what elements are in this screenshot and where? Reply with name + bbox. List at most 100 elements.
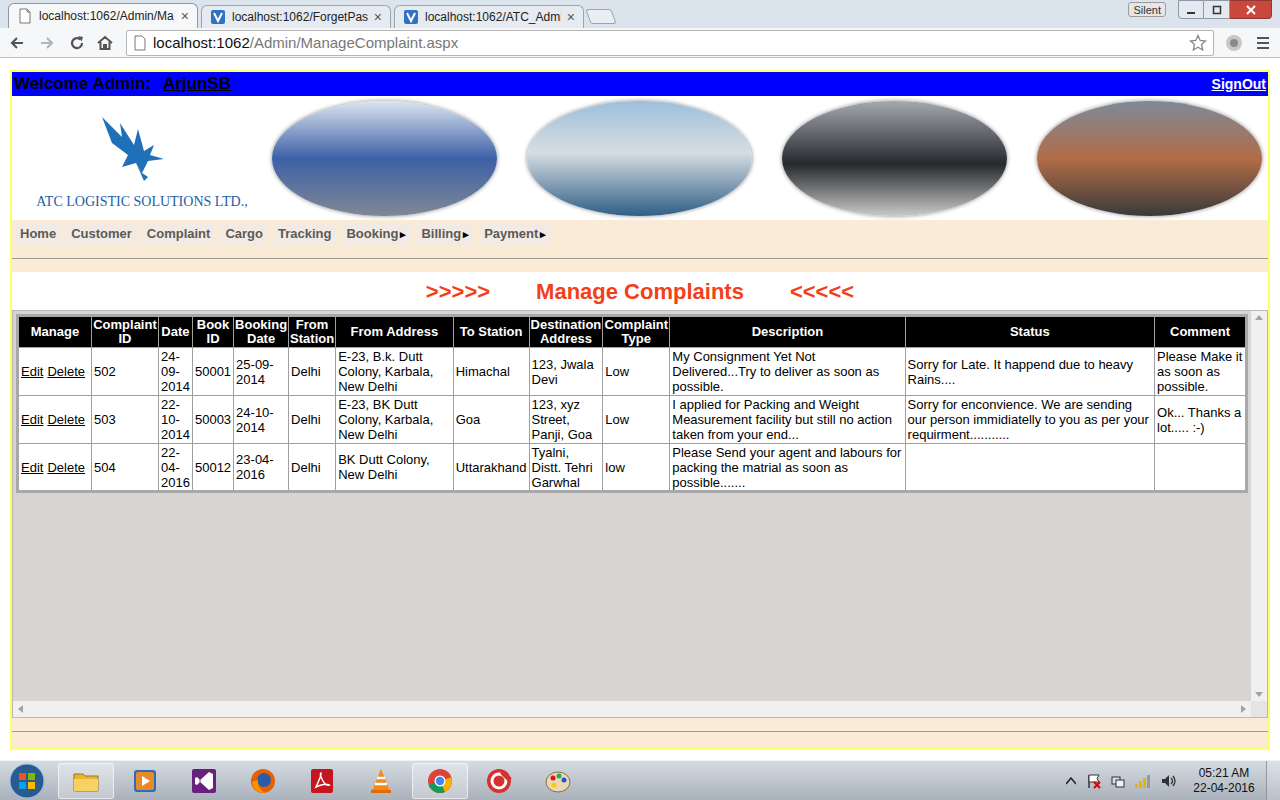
scroll-right-icon[interactable] bbox=[1241, 705, 1247, 713]
page-viewport: Welcome Admin: ArjunSB SignOut ATC LOGIS… bbox=[0, 58, 1280, 760]
show-desktop-button[interactable] bbox=[1266, 761, 1280, 800]
table-cell: BK Dutt Colony, New Delhi bbox=[336, 444, 454, 492]
menu-label: Customer bbox=[71, 224, 132, 244]
clock-date: 22-04-2016 bbox=[1193, 781, 1254, 796]
table-cell: 123, Jwala Devi bbox=[529, 348, 603, 396]
menu-item[interactable]: Customer bbox=[66, 223, 137, 245]
menu-label: Tracking bbox=[278, 224, 331, 244]
menu-item[interactable]: Billing▸ bbox=[416, 223, 474, 245]
tab-close-button[interactable]: × bbox=[374, 10, 382, 24]
column-header: Destination Address bbox=[529, 316, 603, 348]
edit-link[interactable]: Edit bbox=[21, 364, 43, 379]
manage-cell: Edit Delete bbox=[18, 396, 92, 444]
taskbar-app[interactable] bbox=[353, 763, 409, 799]
table-head: ManageComplaint IDDateBook IDBooking Dat… bbox=[18, 316, 1247, 348]
profile-badge[interactable]: Silent bbox=[1128, 2, 1166, 17]
tab-close-button[interactable]: × bbox=[181, 9, 189, 23]
browser-tab[interactable]: localhost:1062/ForgetPass× bbox=[201, 5, 391, 28]
home-icon[interactable] bbox=[96, 34, 114, 52]
close-icon[interactable] bbox=[1230, 0, 1272, 19]
taskbar-app[interactable] bbox=[471, 763, 527, 799]
show-hidden-icon[interactable] bbox=[1066, 777, 1076, 785]
minimize-icon[interactable] bbox=[1178, 0, 1204, 19]
menu-band: Home Customer Complaint Cargo Tracking Bookin… bbox=[12, 220, 1268, 272]
table-cell: Himachal bbox=[453, 348, 529, 396]
delete-link[interactable]: Delete bbox=[47, 364, 85, 379]
taskbar-app[interactable] bbox=[117, 763, 173, 799]
visual-studio-icon bbox=[403, 9, 419, 25]
table-cell: E-23, B.k. Dutt Colony, Karbala, New Del… bbox=[336, 348, 454, 396]
menu-item[interactable]: Home bbox=[15, 223, 61, 245]
scroll-up-icon[interactable] bbox=[1255, 314, 1263, 320]
table-cell: 504 bbox=[91, 444, 158, 492]
system-tray: 05:21 AM 22-04-2016 bbox=[1066, 761, 1280, 800]
menu-divider bbox=[12, 258, 1268, 259]
chrome-icon bbox=[425, 766, 455, 796]
table-area: ManageComplaint IDDateBook IDBooking Dat… bbox=[13, 311, 1251, 701]
menu-item[interactable]: Tracking bbox=[273, 223, 336, 245]
scroll-down-icon[interactable] bbox=[1255, 692, 1263, 698]
edit-link[interactable]: Edit bbox=[21, 460, 43, 475]
header-photos bbox=[272, 101, 1262, 216]
new-tab-button[interactable] bbox=[585, 9, 616, 24]
scroll-left-icon[interactable] bbox=[17, 705, 23, 713]
taskbar-app[interactable] bbox=[530, 763, 586, 799]
edit-link[interactable]: Edit bbox=[21, 412, 43, 427]
browser-tab[interactable]: localhost:1062/Admin/Ma× bbox=[8, 3, 198, 28]
star-icon[interactable] bbox=[1189, 34, 1207, 52]
column-header: Date bbox=[158, 316, 192, 348]
column-header: Book ID bbox=[192, 316, 233, 348]
table-cell: Goa bbox=[453, 396, 529, 444]
caption-buttons bbox=[1178, 0, 1272, 19]
heading-left: >>>>> bbox=[426, 275, 490, 308]
clock-time: 05:21 AM bbox=[1199, 766, 1250, 781]
logo: ATC LOGISTIC SOLUTIONS LTD., bbox=[12, 105, 272, 212]
taskbar-app[interactable] bbox=[294, 763, 350, 799]
taskbar-app[interactable] bbox=[235, 763, 291, 799]
extension-icon[interactable] bbox=[1224, 33, 1244, 53]
back-icon[interactable] bbox=[8, 34, 26, 52]
column-header: From Address bbox=[336, 316, 454, 348]
browser-tab[interactable]: localhost:1062/ATC_Admi× bbox=[394, 5, 584, 28]
window-controls: Silent bbox=[1128, 0, 1272, 19]
complaints-panel: ManageComplaint IDDateBook IDBooking Dat… bbox=[12, 310, 1268, 718]
network-icon[interactable] bbox=[1110, 773, 1126, 789]
submenu-arrow: ▸ bbox=[540, 226, 546, 243]
vertical-scrollbar[interactable] bbox=[1251, 311, 1267, 701]
taskbar: 05:21 AM 22-04-2016 bbox=[0, 760, 1280, 800]
reload-icon[interactable] bbox=[68, 34, 86, 52]
menu-item[interactable]: Cargo bbox=[220, 223, 268, 245]
address-path: /Admin/ManageComplaint.aspx bbox=[250, 34, 458, 51]
menu-icon[interactable] bbox=[1254, 34, 1272, 52]
start-icon[interactable] bbox=[0, 761, 54, 800]
clock[interactable]: 05:21 AM 22-04-2016 bbox=[1188, 766, 1260, 796]
heading-title: Manage Complaints bbox=[536, 275, 744, 308]
address-bar[interactable]: localhost:1062/Admin/ManageComplaint.asp… bbox=[126, 30, 1214, 56]
taskbar-app[interactable] bbox=[412, 763, 468, 799]
table-cell: 50003 bbox=[192, 396, 233, 444]
volume-icon[interactable] bbox=[1160, 773, 1178, 789]
column-header: Status bbox=[905, 316, 1154, 348]
welcome-label: Welcome Admin: bbox=[14, 71, 151, 97]
maximize-icon[interactable] bbox=[1204, 0, 1230, 19]
taskbar-app[interactable] bbox=[58, 763, 114, 799]
menu-item[interactable]: Booking▸ bbox=[341, 223, 411, 245]
delete-link[interactable]: Delete bbox=[47, 460, 85, 475]
vlc-icon bbox=[366, 766, 396, 796]
paint-icon bbox=[543, 766, 573, 796]
delete-link[interactable]: Delete bbox=[47, 412, 85, 427]
trucks-photo bbox=[272, 101, 497, 216]
horizontal-scrollbar[interactable] bbox=[13, 701, 1267, 717]
tab-close-button[interactable]: × bbox=[567, 10, 575, 24]
signal-icon[interactable] bbox=[1134, 773, 1152, 789]
action-center-icon[interactable] bbox=[1086, 773, 1102, 789]
menu-label: Cargo bbox=[225, 224, 263, 244]
footer-band bbox=[12, 718, 1268, 748]
forward-icon[interactable] bbox=[38, 34, 56, 52]
signout-link[interactable]: SignOut bbox=[1212, 74, 1266, 95]
user-link[interactable]: ArjunSB bbox=[163, 71, 231, 97]
menu-item[interactable]: Payment▸ bbox=[479, 223, 551, 245]
menu-item[interactable]: Complaint bbox=[142, 223, 216, 245]
taskbar-app[interactable] bbox=[176, 763, 232, 799]
table-cell: 25-09-2014 bbox=[234, 348, 289, 396]
